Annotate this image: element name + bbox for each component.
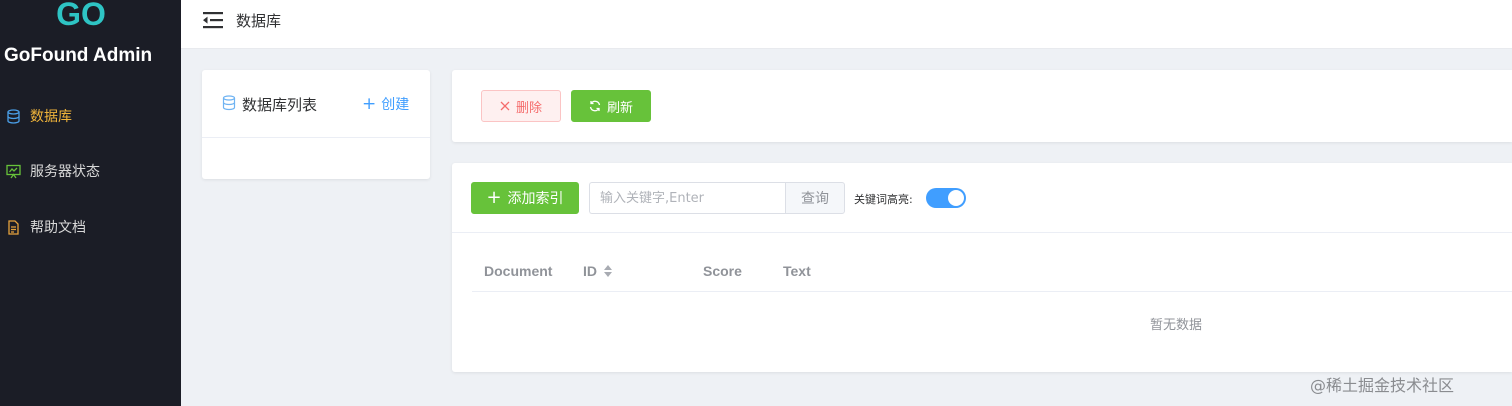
column-header-document: Document	[484, 263, 553, 279]
delete-button[interactable]: 删除	[481, 90, 561, 122]
plus-icon: +	[362, 94, 377, 114]
sidebar-item-label: 服务器状态	[30, 164, 100, 180]
database-list-header: 数据库列表 + 创建	[202, 70, 430, 138]
column-header-score: Score	[703, 263, 742, 279]
brand-title: GoFound Admin	[4, 45, 153, 66]
sidebar-item-label: 数据库	[30, 109, 72, 125]
database-list-title: 数据库列表	[242, 96, 318, 114]
add-index-label: 添加索引	[507, 191, 564, 207]
gofound-logo: GO	[55, 0, 107, 30]
sidebar-item-server-status[interactable]: 服务器状态	[0, 157, 181, 185]
plus-icon: +	[486, 187, 502, 208]
database-list-panel: 数据库列表 + 创建	[202, 70, 430, 179]
column-header-id-label: ID	[583, 263, 597, 279]
query-button[interactable]: 查询	[785, 182, 845, 214]
monitor-icon	[6, 164, 21, 179]
top-bar: 数据库	[181, 0, 1512, 49]
toggle-knob	[948, 190, 964, 206]
sidebar-item-label: 帮助文档	[30, 220, 86, 236]
divider	[452, 232, 1512, 233]
table-header: Document ID Score Text	[472, 253, 1512, 292]
add-index-button[interactable]: + 添加索引	[471, 182, 579, 214]
actions-card: 删除 刷新	[452, 70, 1512, 142]
create-label: 创建	[381, 97, 410, 113]
column-header-text: Text	[783, 263, 811, 279]
create-database-button[interactable]: + 创建	[362, 94, 409, 114]
sidebar-item-database[interactable]: 数据库	[0, 102, 181, 130]
svg-text:GO: GO	[56, 0, 106, 30]
close-icon	[500, 101, 510, 111]
watermark: @稀土掘金技术社区	[1310, 376, 1455, 395]
menu-fold-icon[interactable]	[203, 11, 225, 29]
highlight-toggle[interactable]	[926, 188, 966, 208]
index-table: Document ID Score Text 暂无数据	[472, 253, 1512, 333]
column-header-id[interactable]: ID	[583, 263, 613, 279]
search-input[interactable]	[589, 182, 785, 214]
highlight-label: 关键词高亮:	[854, 193, 913, 206]
empty-state-text: 暂无数据	[1150, 318, 1203, 333]
index-card: + 添加索引 查询 关键词高亮: Document ID Score Text	[452, 163, 1512, 372]
refresh-button[interactable]: 刷新	[571, 90, 651, 122]
database-icon	[222, 95, 236, 111]
search-group: 查询	[589, 182, 845, 214]
document-icon	[6, 219, 21, 235]
database-icon	[6, 108, 21, 124]
refresh-icon	[589, 100, 601, 112]
delete-label: 删除	[515, 100, 542, 116]
sort-icon[interactable]	[603, 264, 613, 278]
refresh-label: 刷新	[606, 100, 633, 116]
page-title: 数据库	[236, 12, 282, 30]
sidebar: GO GoFound Admin 数据库 服务器状态 帮助文档	[0, 0, 181, 406]
sidebar-item-help-docs[interactable]: 帮助文档	[0, 213, 181, 241]
